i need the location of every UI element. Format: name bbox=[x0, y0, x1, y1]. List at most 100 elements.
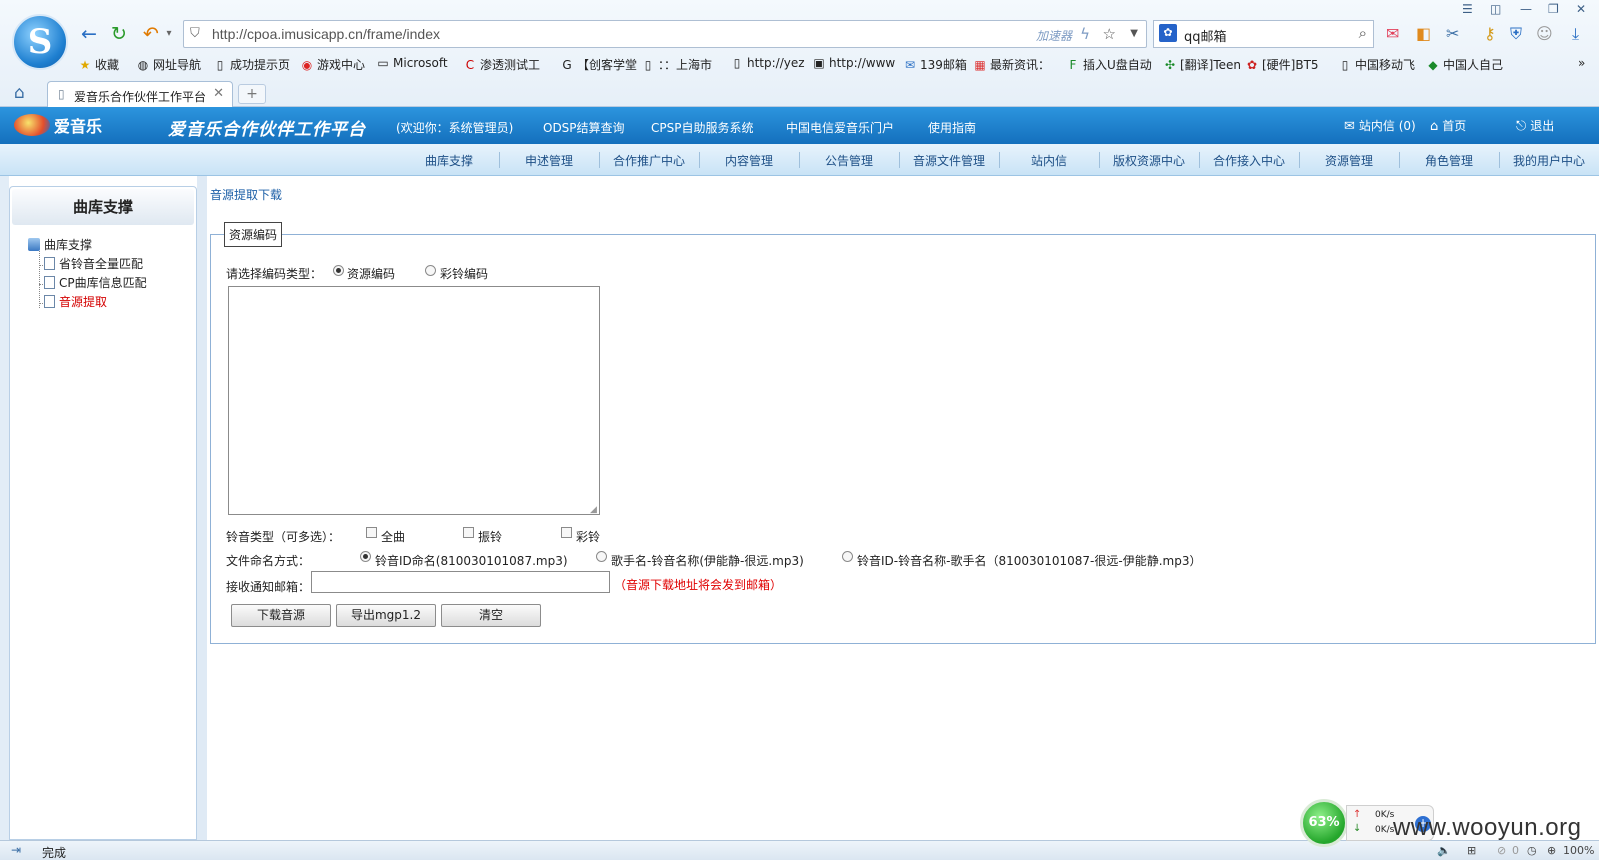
export-button[interactable]: 导出mgp1.2 bbox=[336, 604, 436, 627]
menu-item[interactable]: 申述管理 bbox=[500, 152, 598, 169]
bookmark-item[interactable]: ▯ ：：上海市 bbox=[641, 56, 712, 73]
resize-grip-icon[interactable]: ◢ bbox=[590, 505, 597, 515]
menu-item[interactable]: 音源文件管理 bbox=[900, 152, 998, 169]
browser-logo-icon[interactable]: S bbox=[12, 14, 68, 70]
home-icon[interactable]: ⌂ bbox=[14, 83, 25, 103]
zoom-level[interactable]: 100% bbox=[1563, 844, 1594, 857]
close-window-icon[interactable]: ✕ bbox=[1576, 2, 1586, 16]
skin-icon[interactable]: ◫ bbox=[1490, 2, 1501, 16]
refresh-icon[interactable]: ↻ bbox=[108, 23, 130, 45]
back-icon[interactable]: ← bbox=[78, 23, 100, 45]
logout-link[interactable]: ⎋ 退出 bbox=[1516, 117, 1554, 134]
accelerator-label[interactable]: 加速器 bbox=[1036, 27, 1072, 44]
clear-button[interactable]: 清空 bbox=[441, 604, 541, 627]
bookmark-item[interactable]: C 渗透测试工 bbox=[463, 56, 540, 73]
radio-naming-singer-label[interactable]: 歌手名-铃音名称(伊能静-很远.mp3) bbox=[611, 552, 804, 569]
radio-naming-full-label[interactable]: 铃音ID-铃音名称-歌手名（810030101087-很远-伊能静.mp3） bbox=[857, 552, 1201, 569]
menu-item[interactable]: 我的用户中心 bbox=[1500, 152, 1598, 169]
home-link[interactable]: ⌂ 首页 bbox=[1430, 117, 1466, 134]
bookmark-item[interactable]: ✿ [硬件]BT5 bbox=[1245, 56, 1319, 73]
address-bar[interactable]: ⛉ http://cpoa.imusicapp.cn/frame/index 加… bbox=[183, 20, 1147, 48]
tab-close-icon[interactable]: ✕ bbox=[213, 86, 224, 101]
menu-item[interactable]: 内容管理 bbox=[700, 152, 798, 169]
undo-dropdown-icon[interactable]: ▾ bbox=[158, 23, 180, 45]
checkbox-ringtone[interactable] bbox=[463, 527, 474, 538]
site-logo[interactable]: 爱音乐 bbox=[14, 113, 102, 137]
radio-naming-id[interactable] bbox=[360, 551, 371, 562]
ad-block-icon[interactable]: ⊘ bbox=[1497, 844, 1506, 857]
panel-divider[interactable] bbox=[197, 176, 207, 840]
sidebar-item-audio-extract[interactable]: 音源提取 bbox=[44, 293, 107, 310]
clock-icon[interactable]: ◷ bbox=[1527, 844, 1537, 857]
menu-item[interactable]: 公告管理 bbox=[800, 152, 898, 169]
restore-icon[interactable]: ❐ bbox=[1548, 2, 1559, 16]
search-icon[interactable]: ⌕ bbox=[1359, 24, 1367, 42]
header-link-portal[interactable]: 中国电信爱音乐门户 bbox=[786, 119, 894, 136]
bookmark-item[interactable]: ▣ http://www bbox=[812, 56, 895, 70]
bookmark-item[interactable]: ◉ 游戏中心 bbox=[300, 56, 365, 73]
menu-item[interactable]: 曲库支撑 bbox=[400, 152, 498, 169]
bookmark-item[interactable]: F 插入U盘自动 bbox=[1066, 56, 1152, 73]
bookmarks-more-icon[interactable]: » bbox=[1578, 56, 1585, 70]
search-input[interactable]: qq邮箱 bbox=[1184, 26, 1227, 45]
star-icon[interactable]: ☆ bbox=[1103, 25, 1116, 43]
sidebar-item-cp-match[interactable]: CP曲库信息匹配 bbox=[44, 274, 147, 291]
menu-item[interactable]: 角色管理 bbox=[1400, 152, 1498, 169]
minimize-icon[interactable]: — bbox=[1520, 2, 1532, 16]
search-box[interactable]: ✿ qq邮箱 ⌕ bbox=[1153, 20, 1374, 48]
tab-active[interactable]: ▯ 爱音乐合作伙伴工作平台 ✕ bbox=[47, 81, 233, 107]
menu-item[interactable]: 资源管理 bbox=[1300, 152, 1398, 169]
radio-naming-full[interactable] bbox=[842, 551, 853, 562]
breadcrumb[interactable]: 音源提取下载 bbox=[210, 186, 282, 203]
new-tab-button[interactable]: + bbox=[238, 84, 266, 104]
radio-naming-singer[interactable] bbox=[596, 551, 607, 562]
volume-icon[interactable]: 🔈 bbox=[1437, 844, 1451, 857]
search-engine-icon[interactable]: ✿ bbox=[1159, 24, 1177, 42]
bookmark-item[interactable]: ◆ 中国人自己 bbox=[1426, 56, 1503, 73]
bookmark-item[interactable]: ★ 收藏 bbox=[78, 56, 119, 73]
bookmark-item[interactable]: ▯ 中国移动飞 bbox=[1338, 56, 1415, 73]
chat-icon[interactable]: ☺ bbox=[1536, 24, 1553, 43]
checkbox-full-song[interactable] bbox=[366, 527, 377, 538]
radio-ringback-code[interactable] bbox=[425, 265, 436, 276]
messages-link[interactable]: ✉ 站内信 (0) bbox=[1344, 117, 1416, 134]
address-url[interactable]: http://cpoa.imusicapp.cn/frame/index bbox=[212, 26, 440, 42]
menu-item[interactable]: 站内信 bbox=[1000, 152, 1098, 169]
codes-textarea[interactable] bbox=[228, 286, 600, 515]
sidebar-toggle-icon[interactable]: ⇥ bbox=[11, 843, 21, 857]
menu-item[interactable]: 合作推广中心 bbox=[600, 152, 698, 169]
address-dropdown-icon[interactable]: ▼ bbox=[1130, 28, 1138, 39]
download-audio-button[interactable]: 下载音源 bbox=[231, 604, 331, 627]
header-link-odsp[interactable]: ODSP结算查询 bbox=[543, 119, 625, 136]
bookmark-item[interactable]: ▯ http://yez bbox=[730, 56, 805, 70]
menu-item[interactable]: 合作接入中心 bbox=[1200, 152, 1298, 169]
radio-resource-code-label[interactable]: 资源编码 bbox=[347, 265, 395, 282]
checkbox-ringtone-label[interactable]: 振铃 bbox=[478, 528, 502, 545]
checkbox-ringback[interactable] bbox=[561, 527, 572, 538]
bookmark-item[interactable]: ◍ 网址导航 bbox=[136, 56, 201, 73]
briefcase-icon[interactable]: ⊞ bbox=[1467, 844, 1476, 857]
bookmark-item[interactable]: ▭ Microsoft bbox=[376, 56, 447, 70]
header-link-cpsp[interactable]: CPSP自助服务系统 bbox=[651, 119, 753, 136]
bookmark-item[interactable]: ✉ 139邮箱 bbox=[903, 56, 967, 73]
security-shield-icon[interactable]: ⛨ bbox=[1510, 24, 1522, 44]
scissors-icon[interactable]: ✂ bbox=[1446, 24, 1459, 43]
bookmark-item[interactable]: ✣ [翻译]Teen bbox=[1163, 56, 1241, 73]
menu-icon[interactable]: ☰ bbox=[1462, 2, 1473, 16]
radio-ringback-code-label[interactable]: 彩铃编码 bbox=[440, 265, 488, 282]
key-icon[interactable]: ⚷ bbox=[1484, 24, 1496, 43]
bookmark-item[interactable]: ▦ 最新资讯： bbox=[973, 56, 1050, 73]
radio-naming-id-label[interactable]: 铃音ID命名(810030101087.mp3) bbox=[375, 552, 568, 569]
mail-tool-icon[interactable]: ✉ bbox=[1386, 24, 1399, 43]
header-link-guide[interactable]: 使用指南 bbox=[928, 119, 976, 136]
tree-root[interactable]: 曲库支撑 bbox=[28, 236, 92, 253]
menu-item[interactable]: 版权资源中心 bbox=[1100, 152, 1198, 169]
email-field[interactable] bbox=[311, 571, 610, 593]
bookmark-item[interactable]: G 【创客学堂 bbox=[560, 56, 637, 73]
download-icon[interactable]: ⤓ bbox=[1572, 24, 1579, 44]
checkbox-ringback-label[interactable]: 彩铃 bbox=[576, 528, 600, 545]
checkbox-full-song-label[interactable]: 全曲 bbox=[381, 528, 405, 545]
sidebar-item-province-match[interactable]: 省铃音全量匹配 bbox=[44, 255, 143, 272]
zoom-icon[interactable]: ⊕ bbox=[1547, 844, 1556, 857]
lightning-icon[interactable]: ϟ bbox=[1080, 25, 1090, 43]
